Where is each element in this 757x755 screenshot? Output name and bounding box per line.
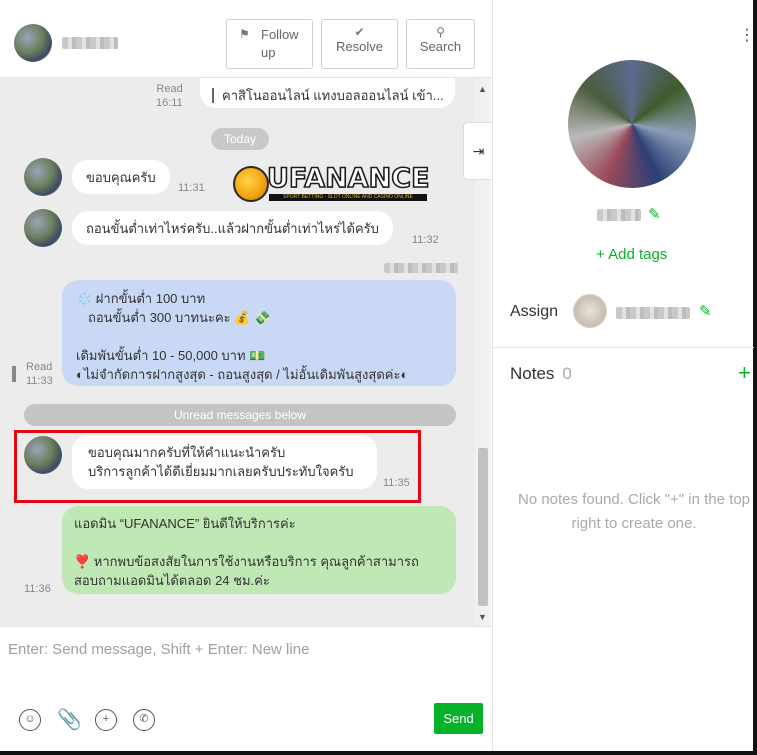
logo-text: UFANANCE: [266, 163, 430, 195]
message-time: 11:36: [24, 583, 51, 595]
highlight-box: [14, 430, 421, 503]
agent-name-blurred: [384, 263, 458, 273]
emoji-icon[interactable]: ☺: [19, 709, 41, 731]
read-status: Read: [26, 361, 53, 373]
ufanance-logo: UFANANCE SPORT BETTING · SLOT ONLINE AND…: [233, 163, 430, 202]
read-status: Read: [156, 83, 183, 95]
notes-count: 0: [562, 364, 572, 383]
follow-up-button[interactable]: ⚑ Follow up: [226, 19, 313, 69]
message-text: ❣️ หากพบข้อสงสัยในการใช้งานหรือบริการ คุ…: [74, 554, 419, 569]
profile-name-blurred: [597, 209, 641, 221]
check-bubble-icon: ✔: [354, 25, 365, 39]
notes-empty-message: No notes found. Click "+" in the top rig…: [517, 491, 751, 532]
read-receipt: Read 16:11: [156, 82, 183, 110]
contact-avatar[interactable]: [14, 24, 52, 62]
scroll-thumb[interactable]: [478, 448, 488, 606]
message-input[interactable]: [8, 637, 478, 661]
message-time: 16:11: [156, 97, 183, 109]
resolve-button[interactable]: ✔ Resolve: [321, 19, 398, 69]
edit-assign-icon[interactable]: ✎: [699, 302, 712, 320]
add-reply-icon[interactable]: +: [95, 709, 117, 731]
collapse-panel-icon[interactable]: ⇥: [463, 122, 493, 180]
chat-app: ⚑ Follow up ✔ Resolve ⚲ Search Read 16:1…: [0, 0, 757, 755]
soccer-ball-icon: [233, 166, 269, 202]
message-bubble[interactable]: แอดมิน “UFANANCE” ยินดีให้บริการค่ะ ❣️ ห…: [62, 506, 456, 594]
follow-up-label: Follow up: [261, 27, 299, 60]
notes-heading: Notes 0: [510, 364, 572, 384]
message-composer: ☺ 📎 + ✆ Send: [0, 626, 491, 751]
read-marker: [12, 366, 16, 382]
message-text: ถอนขั้นต่ำเท่าไหร่ครับ..แล้วฝากขั้นต่ำเท…: [86, 221, 379, 236]
message-text: ถอนขั้นต่ำ 300 บาทนะคะ 💰 💸: [88, 310, 271, 325]
date-separator: Today: [211, 128, 269, 150]
contact-name-blurred: [62, 37, 118, 49]
unread-separator: Unread messages below: [24, 404, 456, 426]
notes-title: Notes: [510, 364, 555, 383]
send-button[interactable]: Send: [434, 703, 483, 734]
message-text: ◐ไม่จำกัดการฝากสูงสุด - ถอนสูงสุด / ไม่อ…: [76, 367, 409, 382]
profile-avatar: [568, 60, 696, 188]
message-text: ❄️ ฝากขั้นต่ำ 100 บาท: [76, 291, 206, 306]
add-tags-button[interactable]: + Add tags: [596, 246, 667, 263]
message-text: แอดมิน “UFANANCE” ยินดีให้บริการค่ะ: [74, 516, 296, 531]
read-receipt: Read 11:33: [12, 360, 53, 388]
search-icon: ⚲: [436, 25, 445, 39]
profile-panel: ⋮ ✎ + Add tags Assign ✎ Notes 0 + No note…: [492, 0, 755, 751]
divider: [493, 347, 754, 348]
bookmark-icon: ⚑: [239, 27, 250, 41]
message-bubble[interactable]: ถอนขั้นต่ำเท่าไหร่ครับ..แล้วฝากขั้นต่ำเท…: [72, 211, 393, 245]
assign-label: Assign: [510, 303, 559, 320]
message-bubble[interactable]: ขอบคุณครับ: [72, 160, 170, 194]
add-note-button[interactable]: +: [738, 362, 751, 384]
sender-avatar[interactable]: [24, 209, 62, 247]
message-list[interactable]: Read 16:11 คาสิโนออนไลน์ แทงบอลออนไลน์ เ…: [0, 78, 491, 626]
message-time: 11:31: [178, 182, 205, 194]
assignee-name-blurred: [616, 307, 690, 319]
resolve-label: Resolve: [336, 39, 383, 54]
attachment-icon[interactable]: 📎: [57, 709, 82, 731]
assignee-avatar: [573, 294, 607, 328]
message-bubble[interactable]: ❄️ ฝากขั้นต่ำ 100 บาท ถอนขั้นต่ำ 300 บาท…: [62, 280, 456, 386]
sender-avatar[interactable]: [24, 158, 62, 196]
whatsapp-icon[interactable]: ✆: [133, 709, 155, 731]
search-label: Search: [419, 39, 462, 54]
message-text: ขอบคุณครับ: [86, 170, 156, 185]
edit-name-icon[interactable]: ✎: [648, 205, 661, 223]
message-text: เดิมพันขั้นต่ำ 10 - 50,000 บาท 💵: [76, 348, 266, 363]
message-time: 11:32: [412, 234, 439, 246]
scroll-up-icon[interactable]: ▲: [478, 84, 487, 94]
message-bubble[interactable]: คาสิโนออนไลน์ แทงบอลออนไลน์ เข้า...: [200, 78, 455, 108]
search-button[interactable]: ⚲ Search: [406, 19, 475, 69]
message-text: สอบถามแอดมินได้ตลอด 24 ชม.ค่ะ: [74, 573, 270, 588]
more-options-icon[interactable]: ⋮: [739, 28, 755, 44]
message-time: 11:33: [26, 375, 53, 387]
message-text: คาสิโนออนไลน์ แทงบอลออนไลน์ เข้า...: [212, 88, 444, 103]
scroll-down-icon[interactable]: ▼: [478, 612, 487, 622]
chat-header: ⚑ Follow up ✔ Resolve ⚲ Search: [0, 0, 491, 78]
logo-tagline: SPORT BETTING · SLOT ONLINE AND CASINO O…: [269, 194, 427, 201]
